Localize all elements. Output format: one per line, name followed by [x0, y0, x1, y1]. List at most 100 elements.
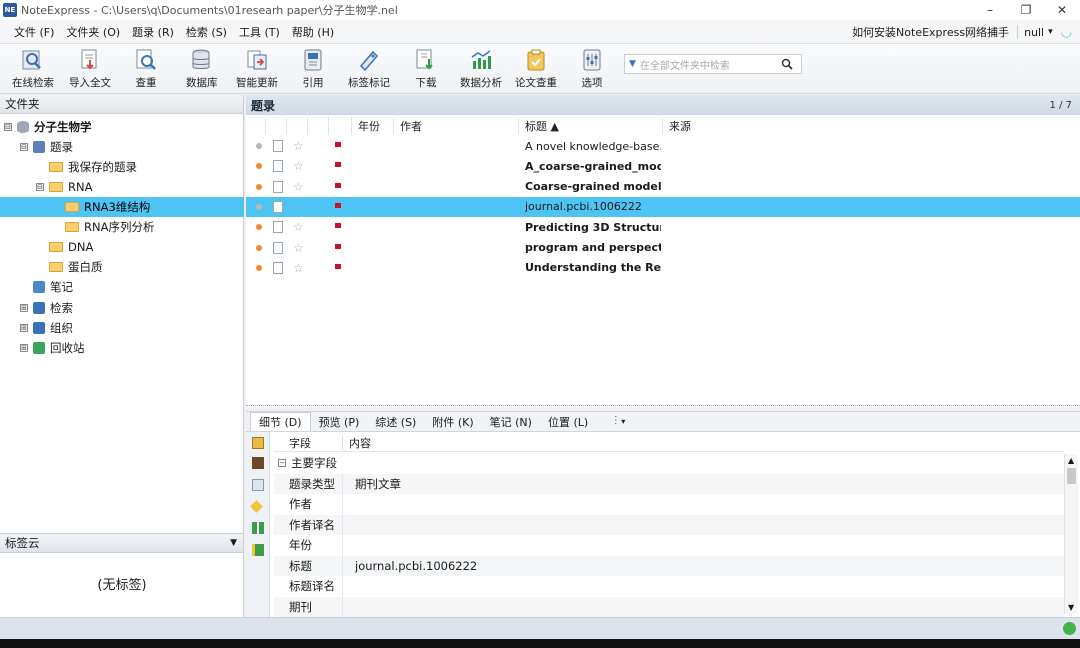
tree-item-11[interactable]: ⊞ 回收站: [0, 338, 244, 358]
install-capture-link[interactable]: 如何安装NoteExpress网络捕手: [852, 24, 1017, 40]
scroll-up-icon[interactable]: ▲: [1068, 456, 1074, 465]
menu-search[interactable]: 检索 (S): [180, 24, 233, 40]
read-status-icon[interactable]: [256, 163, 262, 170]
read-status-icon[interactable]: [256, 183, 262, 190]
star-icon[interactable]: ☆: [293, 261, 304, 275]
group-main-fields[interactable]: − 主要字段: [274, 453, 1064, 474]
menu-help[interactable]: 帮助 (H): [286, 24, 340, 40]
priority-flag-icon[interactable]: [335, 202, 341, 208]
priority-flag-icon[interactable]: [335, 263, 341, 269]
search-box[interactable]: ▼ 在全部文件夹中检索: [624, 54, 802, 74]
magnifier-icon[interactable]: [781, 58, 793, 70]
tab-attachments[interactable]: 附件 (K): [424, 412, 481, 432]
edit-field-icon[interactable]: [252, 544, 264, 556]
tab-details[interactable]: 细节 (D): [250, 411, 311, 432]
smart-update-button[interactable]: 智能更新: [236, 47, 278, 91]
record-row[interactable]: ☆ A novel knowledge-base...: [246, 136, 1080, 156]
attachment-icon[interactable]: [273, 221, 283, 234]
record-row[interactable]: ☆ Understanding the Relat: [246, 258, 1080, 278]
tab-summary[interactable]: 综述 (S): [367, 412, 424, 432]
tree-item-0[interactable]: ⊟ 分子生物学: [0, 117, 244, 137]
read-status-icon[interactable]: [256, 244, 262, 251]
read-status-icon[interactable]: [256, 264, 262, 271]
tree-item-4[interactable]: RNA3维结构: [0, 197, 244, 217]
attachment-clip-icon[interactable]: ⫶: [614, 414, 617, 429]
detail-field-row[interactable]: 题录类型 期刊文章: [274, 473, 1064, 494]
paper-check-button[interactable]: 论文查重: [515, 47, 557, 91]
priority-flag-icon[interactable]: [335, 223, 341, 229]
field-value[interactable]: journal.pcbi.1006222: [343, 559, 477, 573]
tag-cloud-dropdown-icon[interactable]: ▼: [230, 538, 237, 548]
record-row[interactable]: ☆ A_coarse-grained_mode: [246, 156, 1080, 176]
detail-field-row[interactable]: 标题译名: [274, 576, 1064, 597]
copy-icon[interactable]: [252, 479, 264, 491]
star-icon[interactable]: ☆: [293, 159, 304, 173]
record-row[interactable]: ☆ journal.pcbi.1006222: [246, 196, 1080, 217]
expand-toggle-icon[interactable]: ⊟: [4, 123, 12, 131]
menu-tools[interactable]: 工具 (T): [233, 24, 286, 40]
priority-flag-icon[interactable]: [335, 162, 341, 168]
detail-field-row[interactable]: 年份: [274, 535, 1064, 556]
menu-records[interactable]: 题录 (R): [126, 24, 180, 40]
tree-item-2[interactable]: 我保存的题录: [0, 157, 244, 177]
expand-toggle-icon[interactable]: ⊟: [20, 143, 28, 151]
attachment-icon[interactable]: [273, 200, 283, 213]
attachment-icon[interactable]: [273, 180, 283, 193]
expand-toggle-icon[interactable]: ⊟: [36, 183, 44, 191]
attachment-icon[interactable]: [273, 241, 283, 254]
detail-field-row[interactable]: 期刊: [274, 596, 1064, 617]
tree-item-9[interactable]: ⊞ 检索: [0, 298, 244, 318]
tab-location[interactable]: 位置 (L): [540, 412, 596, 432]
options-button[interactable]: 选项: [580, 47, 604, 91]
expand-toggle-icon[interactable]: ⊞: [20, 344, 28, 352]
grid-icon[interactable]: [252, 522, 264, 534]
tag-mark-button[interactable]: 标签标记: [348, 47, 390, 91]
priority-flag-icon[interactable]: [335, 243, 341, 249]
menu-folder[interactable]: 文件夹 (O): [60, 24, 126, 40]
import-fulltext-button[interactable]: 导入全文: [69, 47, 111, 91]
search-input[interactable]: 在全部文件夹中检索: [640, 57, 730, 72]
star-icon[interactable]: ☆: [293, 180, 304, 194]
user-menu[interactable]: null: [1024, 26, 1044, 39]
pencil-icon[interactable]: [250, 500, 263, 513]
star-icon[interactable]: ☆: [293, 241, 304, 255]
tree-item-6[interactable]: DNA: [0, 237, 244, 257]
read-status-icon[interactable]: [256, 224, 262, 231]
tree-item-8[interactable]: 笔记: [0, 277, 244, 297]
priority-flag-icon[interactable]: [335, 182, 341, 188]
scope-dropdown-icon[interactable]: ▼: [629, 59, 636, 69]
cite-button[interactable]: 引用: [301, 47, 325, 91]
column-title[interactable]: 标题 ▲: [519, 117, 663, 135]
restore-button[interactable]: ❐: [1008, 0, 1044, 20]
dedupe-button[interactable]: 查重: [134, 47, 158, 91]
tree-item-10[interactable]: ⊞ 组织: [0, 318, 244, 338]
download-button[interactable]: 下载: [414, 47, 438, 91]
scroll-down-icon[interactable]: ▼: [1068, 603, 1074, 612]
attachment-icon[interactable]: [273, 140, 283, 152]
expand-toggle-icon[interactable]: ⊞: [20, 324, 28, 332]
record-row[interactable]: ☆ program and perspectiv: [246, 238, 1080, 258]
tree-item-1[interactable]: ⊟ 题录: [0, 137, 244, 157]
star-icon[interactable]: ☆: [293, 220, 304, 234]
collapse-icon[interactable]: −: [278, 459, 286, 468]
database-button[interactable]: 数据库: [186, 47, 218, 91]
star-icon[interactable]: ☆: [293, 139, 304, 153]
user-dropdown-icon[interactable]: ▾: [1048, 27, 1053, 37]
tree-item-5[interactable]: RNA序列分析: [0, 217, 244, 237]
scroll-thumb[interactable]: [1067, 468, 1076, 484]
expand-toggle-icon[interactable]: ⊞: [20, 304, 28, 312]
read-status-icon[interactable]: [256, 203, 262, 210]
attachment-icon[interactable]: [273, 261, 283, 274]
detail-scrollbar[interactable]: ▲ ▼: [1064, 454, 1078, 614]
tree-item-3[interactable]: ⊟ RNA: [0, 177, 244, 197]
tree-item-7[interactable]: 蛋白质: [0, 257, 244, 277]
detail-field-row[interactable]: 作者: [274, 494, 1064, 515]
field-value[interactable]: 期刊文章: [343, 476, 401, 492]
tab-preview[interactable]: 预览 (P): [311, 412, 368, 432]
book-icon[interactable]: [252, 457, 264, 469]
detail-field-row[interactable]: 标题 journal.pcbi.1006222: [274, 555, 1064, 576]
detail-field-row[interactable]: 作者译名: [274, 514, 1064, 535]
tab-notes[interactable]: 笔记 (N): [482, 412, 540, 432]
column-year[interactable]: 年份: [352, 117, 394, 135]
column-source[interactable]: 来源: [663, 117, 1080, 135]
